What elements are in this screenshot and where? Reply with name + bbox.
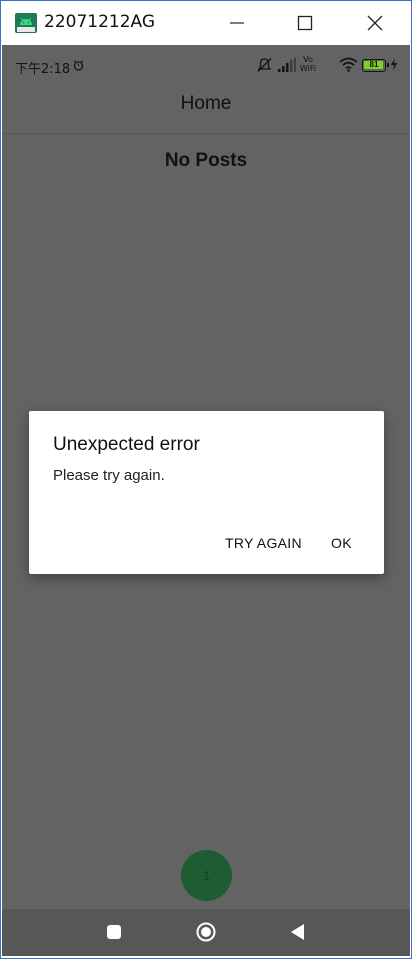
maximize-icon	[297, 15, 313, 31]
dialog-title: Unexpected error	[53, 434, 200, 455]
fab-label: 1	[202, 868, 211, 883]
back-nav-icon	[291, 924, 304, 940]
alarm-icon	[73, 60, 84, 71]
home-button[interactable]	[186, 917, 226, 947]
dialog-message: Please try again.	[53, 467, 165, 484]
title-bar: 22071212AG	[1, 1, 411, 45]
recents-button[interactable]	[94, 917, 134, 947]
status-time: 下午2:18	[15, 62, 71, 77]
vowifi-bottom-label: WiFi	[299, 64, 317, 73]
android-app-icon	[15, 13, 37, 33]
close-button[interactable]	[345, 1, 405, 45]
square-nav-icon	[107, 925, 121, 939]
vowifi-top-label: Vo	[303, 55, 313, 64]
appbar-divider	[2, 133, 410, 134]
close-icon	[367, 15, 383, 31]
battery-icon: 81	[362, 59, 389, 72]
app-window: 22071212AG 下午2:18 Vo WiFi 81 Home No Pos…	[0, 0, 412, 959]
error-dialog: Unexpected error Please try again. TRY A…	[29, 411, 384, 574]
phone-screen: 下午2:18 Vo WiFi 81 Home No Posts Unexpect…	[2, 45, 410, 956]
maximize-button[interactable]	[275, 1, 335, 45]
minimize-icon	[230, 22, 244, 24]
wifi-icon	[339, 57, 358, 72]
try-again-button[interactable]: TRY AGAIN	[225, 535, 302, 551]
battery-level: 81	[369, 60, 379, 69]
home-nav-icon	[196, 922, 216, 942]
navigation-bar	[2, 909, 410, 956]
minimize-button[interactable]	[207, 1, 267, 45]
vowifi-icon: Vo WiFi	[299, 55, 317, 73]
empty-state-message: No Posts	[164, 150, 248, 171]
window-title: 22071212AG	[44, 12, 156, 32]
floating-action-button[interactable]: 1	[181, 850, 232, 901]
back-button[interactable]	[278, 917, 318, 947]
charging-icon	[391, 58, 397, 71]
signal-icon	[278, 58, 296, 72]
ok-button[interactable]: OK	[331, 535, 352, 551]
status-bar: 下午2:18 Vo WiFi 81	[2, 45, 410, 87]
mute-icon	[257, 58, 272, 72]
page-title: Home	[180, 93, 232, 114]
